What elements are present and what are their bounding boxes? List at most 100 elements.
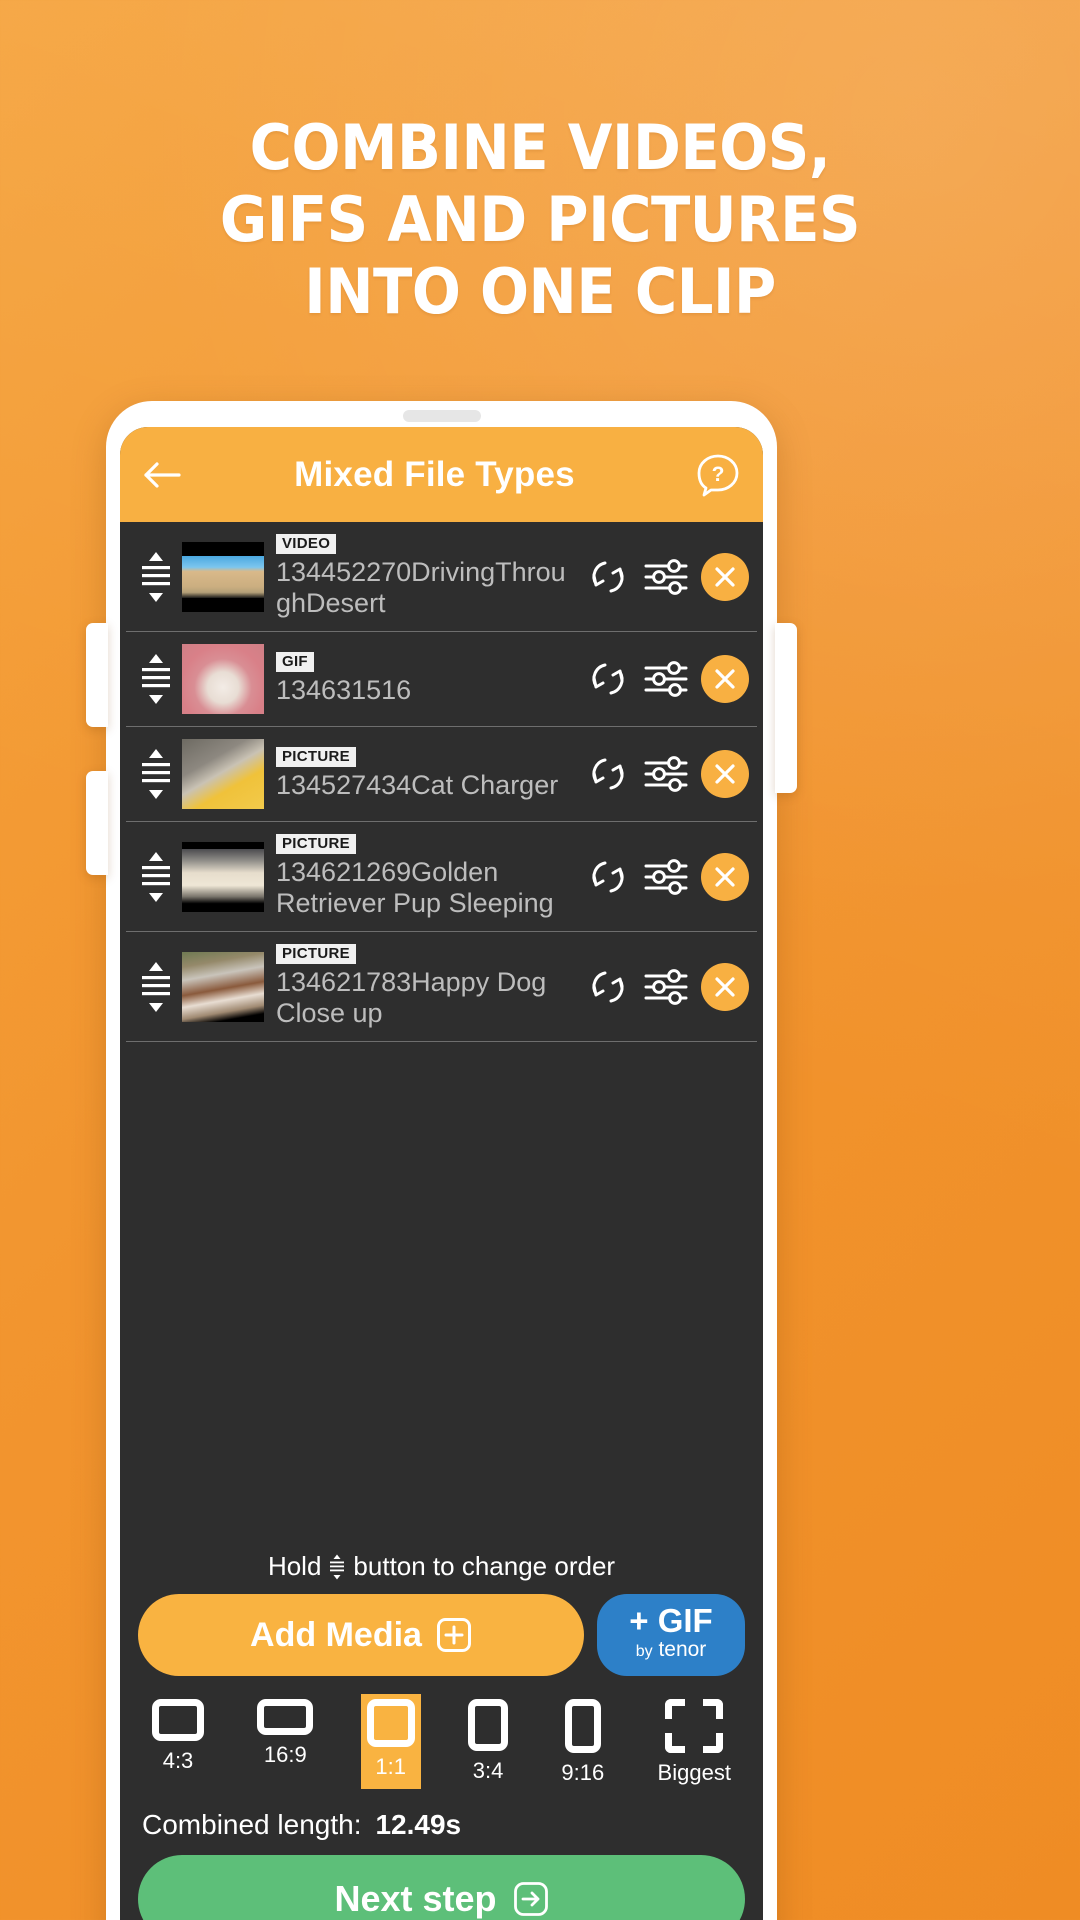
next-step-button[interactable]: Next step	[138, 1855, 745, 1920]
settings-button[interactable]	[637, 548, 695, 606]
status-badge: GIF	[276, 652, 314, 672]
settings-button[interactable]	[637, 650, 695, 708]
add-gif-button[interactable]: + GIF by tenor	[597, 1594, 745, 1676]
media-thumbnail	[182, 541, 264, 612]
drag-handle-icon	[330, 1554, 345, 1579]
volume-down-button	[86, 771, 108, 875]
ratio-label: 16:9	[263, 1742, 307, 1767]
status-badge: PICTURE	[276, 834, 356, 854]
ratio-option-9-16[interactable]: 9:16	[555, 1694, 610, 1789]
table-row[interactable]: PICTURE 134621269Golden Retriever Pup Sl…	[126, 822, 757, 932]
media-info: PICTURE 134527434Cat Charger	[264, 747, 579, 801]
rotate-button[interactable]	[579, 745, 637, 803]
drag-handle-icon	[142, 749, 170, 799]
rotate-icon	[592, 663, 624, 695]
drag-handle-icon	[142, 961, 170, 1012]
drag-handle-button[interactable]	[132, 746, 180, 802]
table-row[interactable]: VIDEO 134452270DrivingThroughDesert	[126, 522, 757, 632]
close-circle-icon	[715, 566, 735, 587]
hint-prefix: Hold	[267, 1551, 322, 1581]
rotate-button[interactable]	[579, 848, 637, 906]
gif-label: + GIF	[629, 1602, 713, 1639]
rotate-button[interactable]	[579, 548, 637, 606]
page-title: Mixed File Types	[294, 454, 575, 494]
delete-button[interactable]	[701, 552, 749, 601]
aspect-ratio-selector: 4:3 16:9 1:1 3:4 9:16 Biggest	[120, 1676, 763, 1789]
media-name: 134631516	[276, 675, 412, 705]
drag-handle-button[interactable]	[132, 849, 180, 905]
ratio-option-3-4[interactable]: 3:4	[462, 1694, 514, 1789]
ratio-label: 1:1	[375, 1754, 406, 1779]
delete-button[interactable]	[701, 655, 749, 703]
combined-length-value: 12.49s	[375, 1809, 462, 1840]
delete-button[interactable]	[701, 750, 749, 798]
close-circle-icon	[715, 976, 735, 997]
ratio-shape-9-16	[564, 1699, 601, 1753]
media-info: VIDEO 134452270DrivingThroughDesert	[264, 534, 579, 619]
table-row[interactable]: PICTURE 134621783Happy Dog Close up	[126, 932, 757, 1042]
ratio-label: 3:4	[472, 1758, 504, 1783]
media-info: PICTURE 134621269Golden Retriever Pup Sl…	[264, 834, 579, 919]
drag-handle-button[interactable]	[132, 651, 180, 707]
sliders-icon	[644, 968, 688, 1005]
ratio-option-1-1[interactable]: 1:1	[360, 1694, 421, 1789]
help-question-icon: ?	[697, 454, 739, 496]
ratio-shape-1-1	[366, 1699, 415, 1747]
media-thumbnail	[182, 841, 264, 912]
table-row[interactable]: GIF 134631516	[126, 632, 757, 727]
media-info: PICTURE 134621783Happy Dog Close up	[264, 944, 579, 1029]
media-thumbnail	[182, 739, 264, 809]
ratio-option-biggest[interactable]: Biggest	[652, 1694, 737, 1789]
svg-text:?: ?	[712, 463, 725, 486]
hint-suffix: button to change order	[353, 1551, 616, 1581]
rotate-icon	[592, 561, 624, 592]
combined-length-label: Combined length:	[142, 1809, 362, 1840]
ratio-option-4-3[interactable]: 4:3	[146, 1694, 210, 1789]
delete-button[interactable]	[701, 852, 749, 901]
ratio-shape-4-3	[152, 1699, 204, 1741]
status-badge: PICTURE	[276, 747, 356, 767]
add-media-label: Add Media	[250, 1615, 422, 1654]
table-row[interactable]: PICTURE 134527434Cat Charger	[126, 727, 757, 822]
settings-button[interactable]	[637, 958, 695, 1016]
ratio-shape-3-4	[468, 1699, 509, 1751]
media-list: VIDEO 134452270DrivingThroughDesert GIF …	[120, 522, 763, 1042]
ratio-label: Biggest	[657, 1760, 731, 1785]
ratio-option-16-9[interactable]: 16:9	[251, 1694, 319, 1789]
rotate-icon	[592, 971, 624, 1002]
sliders-icon	[644, 756, 688, 792]
next-step-label: Next step	[334, 1878, 497, 1919]
help-button[interactable]: ?	[695, 452, 741, 498]
list-empty-space	[120, 1042, 763, 1541]
rotate-icon	[592, 861, 624, 892]
sliders-icon	[644, 858, 688, 895]
settings-button[interactable]	[637, 745, 695, 803]
phone-speaker	[402, 410, 481, 422]
drag-handle-button[interactable]	[132, 959, 180, 1015]
gif-by-label: by	[635, 1643, 653, 1660]
ratio-shape-16-9	[257, 1699, 314, 1735]
drag-handle-button[interactable]	[132, 549, 180, 605]
promo-headline: COMBINE VIDEOS, GIFS AND PICTURES INTO O…	[38, 112, 1042, 328]
media-name: 134452270DrivingThroughDesert	[276, 557, 566, 618]
add-media-button[interactable]: Add Media	[138, 1594, 584, 1676]
status-badge: PICTURE	[276, 944, 356, 964]
status-badge: VIDEO	[276, 534, 337, 554]
rotate-button[interactable]	[579, 958, 637, 1016]
power-button	[775, 623, 797, 793]
plus-box-icon	[436, 1618, 471, 1652]
rotate-icon	[592, 758, 624, 790]
settings-button[interactable]	[637, 848, 695, 906]
delete-button[interactable]	[701, 962, 749, 1011]
biggest-frame-icon	[665, 1699, 724, 1753]
media-thumbnail	[182, 951, 264, 1022]
ratio-label: 4:3	[162, 1748, 194, 1773]
gif-brand-label: tenor	[658, 1638, 707, 1661]
gif-attribution: by tenor	[636, 1638, 707, 1664]
rotate-button[interactable]	[579, 650, 637, 708]
phone-screen: Mixed File Types ? VIDEO 134452270Drivin…	[120, 427, 763, 1920]
media-name: 134527434Cat Charger	[276, 770, 559, 800]
media-name: 134621783Happy Dog Close up	[276, 967, 547, 1028]
media-thumbnail	[182, 644, 264, 714]
app-bar: Mixed File Types ?	[120, 427, 763, 522]
